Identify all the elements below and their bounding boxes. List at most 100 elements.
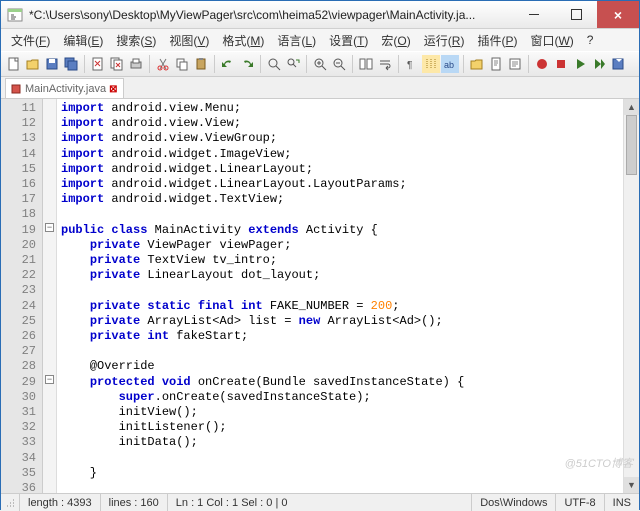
fold-toggle[interactable]: − [45, 375, 54, 384]
status-lines: lines : 160 [101, 494, 168, 511]
toolbar: ¶ ab [1, 51, 639, 77]
new-file-icon[interactable] [5, 55, 23, 73]
record-macro-icon[interactable] [533, 55, 551, 73]
folder-icon[interactable] [468, 55, 486, 73]
fold-toggle[interactable]: − [45, 223, 54, 232]
wrap-icon[interactable] [376, 55, 394, 73]
code-view[interactable]: import android.view.Menu;import android.… [57, 99, 623, 493]
code-line: } [61, 466, 623, 481]
code-line: import android.widget.TextView; [61, 192, 623, 207]
find-icon[interactable] [265, 55, 283, 73]
code-line: private int fakeStart; [61, 329, 623, 344]
svg-text:ab: ab [444, 60, 454, 70]
toolbar-separator [528, 55, 529, 73]
save-all-icon[interactable] [62, 55, 80, 73]
line-gutter: 1112131415161718192021222324252627282930… [1, 99, 43, 493]
code-line: import android.widget.ImageView; [61, 147, 623, 162]
status-position: Ln : 1 Col : 1 Sel : 0 | 0 [168, 494, 472, 511]
toolbar-separator [260, 55, 261, 73]
toolbar-separator [149, 55, 150, 73]
code-line [61, 344, 623, 359]
toolbar-separator [398, 55, 399, 73]
file-dirty-icon [10, 83, 22, 95]
copy-icon[interactable] [173, 55, 191, 73]
menu-item[interactable]: 设置(T) [323, 30, 374, 51]
file-tab[interactable]: MainActivity.java ⊠ [5, 78, 124, 98]
show-chars-icon[interactable]: ¶ [403, 55, 421, 73]
code-line: import android.widget.LinearLayout; [61, 162, 623, 177]
fold-margin: − − [43, 99, 57, 493]
close-all-icon[interactable] [108, 55, 126, 73]
menu-item[interactable]: 视图(V) [163, 30, 215, 51]
menu-item[interactable]: 编辑(E) [57, 30, 109, 51]
code-line: public class MainActivity extends Activi… [61, 223, 623, 238]
replace-icon[interactable] [284, 55, 302, 73]
code-line: super.onCreate(savedInstanceState); [61, 390, 623, 405]
save-icon[interactable] [43, 55, 61, 73]
play-macro-icon[interactable] [571, 55, 589, 73]
function-list-icon[interactable] [506, 55, 524, 73]
code-line: private TextView tv_intro; [61, 253, 623, 268]
zoom-in-icon[interactable] [311, 55, 329, 73]
menu-item[interactable]: 宏(O) [375, 30, 416, 51]
code-line: import android.view.View; [61, 116, 623, 131]
toolbar-separator [463, 55, 464, 73]
replay-macro-icon[interactable] [590, 55, 608, 73]
menu-item[interactable]: 语言(L) [271, 30, 322, 51]
save-macro-icon[interactable] [609, 55, 627, 73]
vertical-scrollbar[interactable]: ▲ ▼ [623, 99, 639, 493]
close-file-icon[interactable] [89, 55, 107, 73]
menu-item[interactable]: 搜索(S) [110, 30, 162, 51]
code-line [61, 283, 623, 298]
code-line [61, 451, 623, 466]
indent-guide-icon[interactable] [422, 55, 440, 73]
menu-item[interactable]: ? [581, 31, 600, 49]
window-buttons: × [513, 1, 639, 28]
toolbar-separator [84, 55, 85, 73]
menu-item[interactable]: 文件(F) [5, 30, 56, 51]
doc-map-icon[interactable] [487, 55, 505, 73]
tab-close-icon[interactable]: ⊠ [109, 84, 119, 94]
lang-icon[interactable]: ab [441, 55, 459, 73]
code-line: initData(); [61, 435, 623, 450]
status-bar: length : 4393 lines : 160 Ln : 1 Col : 1… [1, 493, 639, 511]
menu-item[interactable]: 运行(R) [418, 30, 471, 51]
zoom-out-icon[interactable] [330, 55, 348, 73]
window-title: *C:\Users\sony\Desktop\MyViewPager\src\c… [29, 8, 513, 22]
toolbar-separator [352, 55, 353, 73]
sync-scroll-icon[interactable] [357, 55, 375, 73]
code-line: import android.view.ViewGroup; [61, 131, 623, 146]
minimize-button[interactable] [513, 1, 555, 28]
tab-bar: MainActivity.java ⊠ [1, 77, 639, 99]
scroll-up-icon[interactable]: ▲ [624, 99, 639, 115]
scroll-down-icon[interactable]: ▼ [624, 477, 639, 493]
maximize-button[interactable] [555, 1, 597, 28]
paste-icon[interactable] [192, 55, 210, 73]
status-insert-mode: INS [605, 494, 639, 511]
status-eol: Dos\Windows [472, 494, 556, 511]
code-line: initListener(); [61, 420, 623, 435]
editor-area: 1112131415161718192021222324252627282930… [1, 99, 639, 493]
code-line [61, 207, 623, 222]
scroll-thumb[interactable] [626, 115, 637, 175]
code-line: private LinearLayout dot_layout; [61, 268, 623, 283]
code-line: private static final int FAKE_NUMBER = 2… [61, 299, 623, 314]
print-icon[interactable] [127, 55, 145, 73]
open-file-icon[interactable] [24, 55, 42, 73]
status-encoding: UTF-8 [556, 494, 604, 511]
close-button[interactable]: × [597, 1, 639, 28]
menu-item[interactable]: 格式(M) [216, 30, 270, 51]
menu-item[interactable]: 窗口(W) [524, 30, 579, 51]
undo-icon[interactable] [219, 55, 237, 73]
code-line: initView(); [61, 405, 623, 420]
toolbar-separator [214, 55, 215, 73]
stop-macro-icon[interactable] [552, 55, 570, 73]
resize-grip-icon[interactable] [1, 494, 20, 511]
cut-icon[interactable] [154, 55, 172, 73]
code-line: private ArrayList<Ad> list = new ArrayLi… [61, 314, 623, 329]
menu-item[interactable]: 插件(P) [471, 30, 523, 51]
redo-icon[interactable] [238, 55, 256, 73]
status-length: length : 4393 [20, 494, 101, 511]
title-bar: *C:\Users\sony\Desktop\MyViewPager\src\c… [1, 1, 639, 29]
menu-bar: 文件(F)编辑(E)搜索(S)视图(V)格式(M)语言(L)设置(T)宏(O)运… [1, 29, 639, 51]
